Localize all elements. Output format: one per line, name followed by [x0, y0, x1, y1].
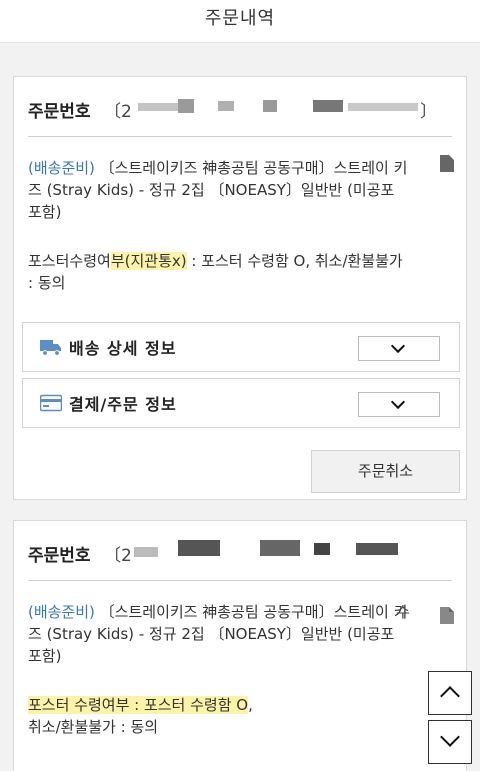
- order-number-label: 주문번호: [28, 546, 91, 566]
- top-bar: 주문내역: [0, 0, 480, 43]
- chevron-up-icon: [440, 686, 460, 706]
- order-number-label: 주문번호: [28, 102, 91, 122]
- order-number: 〔2: [104, 546, 132, 566]
- chevron-down-icon: [390, 394, 406, 410]
- shipping-status: (배송준비): [28, 159, 95, 177]
- chevron-down-icon: [390, 338, 406, 354]
- shipping-detail-toggle[interactable]: [358, 336, 440, 361]
- credit-card-icon: [40, 394, 62, 412]
- product-description[interactable]: (배송준비) 〔스트레이키즈 神총공팀 공동구매〕스트레이 키즈 (Stray …: [28, 601, 408, 667]
- payment-info-toggle[interactable]: [358, 392, 440, 417]
- shipping-detail-section[interactable]: 배송 상세 정보: [22, 322, 460, 372]
- order-card: 주문번호 〔2 〕 (배송준비) 〔스트레이키즈 神총공팀 공동구매〕스트레이 …: [13, 76, 467, 500]
- order-options: 포스터수령여부(지관통x) : 포스터 수령함 O, 취소/환불불가 : 동의: [28, 252, 403, 292]
- order-card: 주문번호 〔2 (배송준비) 〔스트레이키즈 神총공팀 공동구매〕스트레이 키즈…: [13, 520, 467, 771]
- side-mark: 수: [396, 603, 410, 621]
- truck-icon: [40, 340, 61, 356]
- scroll-top-button[interactable]: [428, 671, 472, 715]
- shipping-detail-label: 배송 상세 정보: [69, 339, 177, 358]
- payment-info-section[interactable]: 결제/주문 정보: [22, 378, 460, 428]
- order-header: 주문번호 〔2: [28, 537, 452, 581]
- order-header: 주문번호 〔2 〕: [28, 93, 452, 137]
- cancel-order-button[interactable]: 주문취소: [311, 450, 460, 493]
- payment-info-label: 결제/주문 정보: [69, 395, 177, 414]
- document-icon[interactable]: [440, 607, 454, 624]
- page-title: 주문내역: [204, 8, 276, 29]
- scroll-bottom-button[interactable]: [428, 720, 472, 764]
- order-number: 〔2: [104, 102, 132, 122]
- shipping-status: (배송준비): [28, 603, 95, 621]
- order-options: 포스터 수령여부 : 포스터 수령함 O, 취소/환불불가 : 동의: [28, 696, 253, 736]
- product-description[interactable]: (배송준비) 〔스트레이키즈 神총공팀 공동구매〕스트레이 키즈 (Stray …: [28, 157, 408, 223]
- chevron-down-icon: [440, 727, 460, 747]
- document-icon[interactable]: [440, 155, 454, 172]
